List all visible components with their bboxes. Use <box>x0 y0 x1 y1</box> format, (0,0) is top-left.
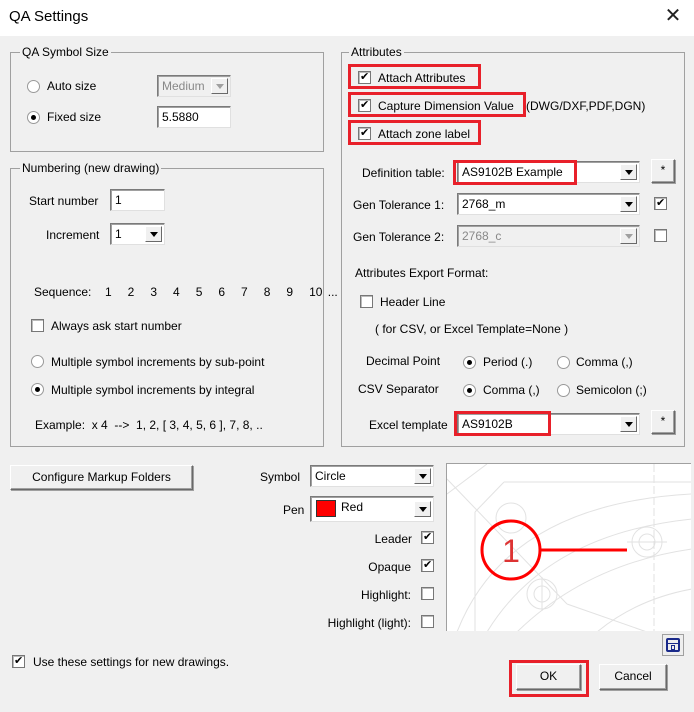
header-line-label: Header Line <box>380 295 446 309</box>
csv-comma-radio[interactable] <box>463 384 476 397</box>
gen-tolerance-1-value: 2768_m <box>462 197 506 211</box>
definition-table-label: Definition table: <box>362 166 445 180</box>
definition-table-edit-button[interactable]: * <box>651 159 675 183</box>
integral-radio[interactable] <box>31 383 44 396</box>
balloon-number: 1 <box>502 533 520 569</box>
highlight-label: Highlight: <box>360 588 411 602</box>
excel-template-dropdown[interactable]: AS9102B <box>457 413 640 435</box>
attach-attributes-label: Attach Attributes <box>378 71 466 85</box>
start-number-label: Start number <box>29 194 99 208</box>
highlight-checkbox[interactable] <box>421 587 434 600</box>
gen-tolerance-2-value: 2768_c <box>462 229 502 243</box>
decimal-point-label: Decimal Point <box>366 354 441 368</box>
symbol-label: Symbol <box>260 470 301 484</box>
chevron-down-icon[interactable] <box>620 164 637 180</box>
gen-tolerance-2-label: Gen Tolerance 2: <box>353 230 445 244</box>
fixed-size-input[interactable]: 5.5880 <box>157 106 231 128</box>
attach-zone-label: Attach zone label <box>378 127 471 141</box>
excel-template-value: AS9102B <box>462 417 513 431</box>
fixed-size-label: Fixed size <box>47 110 102 124</box>
definition-table-dropdown[interactable]: AS9102B Example <box>457 161 640 183</box>
configure-markup-folders-button[interactable]: Configure Markup Folders <box>10 465 193 490</box>
decimal-comma-label: Comma (,) <box>576 355 633 369</box>
auto-size-radio[interactable] <box>27 80 40 93</box>
capture-dimension-checkbox[interactable] <box>358 97 371 113</box>
leader-label: Leader <box>374 532 412 546</box>
excel-template-edit-button[interactable]: * <box>651 410 675 434</box>
qa-symbol-size-group: QA Symbol Size <box>10 45 324 152</box>
always-ask-checkbox[interactable] <box>31 319 44 332</box>
decimal-period-radio[interactable] <box>463 356 476 369</box>
gen-tolerance-2-checkbox[interactable] <box>654 229 667 242</box>
close-icon[interactable]: ✕ <box>660 5 686 29</box>
sub-point-radio[interactable] <box>31 355 44 368</box>
increment-value: 1 <box>115 227 122 241</box>
csv-separator-label: CSV Separator <box>358 382 439 396</box>
chevron-down-icon[interactable] <box>620 196 637 212</box>
gen-tolerance-1-checkbox[interactable] <box>654 195 667 211</box>
symbol-value: Circle <box>315 469 346 483</box>
export-format-label: Attributes Export Format: <box>355 266 489 280</box>
chevron-down-icon[interactable] <box>145 226 162 242</box>
preview-toggle-button[interactable] <box>662 634 684 656</box>
numbering-legend: Numbering (new drawing) <box>20 161 162 175</box>
pen-label: Pen <box>283 503 305 517</box>
capture-dimension-label: Capture Dimension Value <box>378 99 514 113</box>
chevron-down-icon <box>620 228 637 244</box>
opaque-label: Opaque <box>368 560 411 574</box>
always-ask-label: Always ask start number <box>51 319 182 333</box>
increment-label: Increment <box>46 228 100 242</box>
auto-size-label: Auto size <box>47 79 97 93</box>
symbol-preview: 1 <box>446 463 691 631</box>
window-title: QA Settings <box>9 8 89 25</box>
preview-drawing: 1 <box>447 464 691 631</box>
opaque-checkbox[interactable] <box>421 557 434 573</box>
cancel-button[interactable]: Cancel <box>599 664 667 690</box>
attributes-legend: Attributes <box>349 45 404 59</box>
pen-value: Red <box>341 500 364 514</box>
sequence-values: 1 2 3 4 5 6 7 8 9 10 ... <box>105 285 338 299</box>
example-text: Example: x 4 --> 1, 2, [ 3, 4, 5, 6 ], 7… <box>35 418 263 432</box>
numbering-group: Numbering (new drawing) <box>10 161 324 447</box>
leader-checkbox[interactable] <box>421 529 434 545</box>
attach-zone-checkbox[interactable] <box>358 125 371 141</box>
fixed-size-radio[interactable] <box>27 111 40 124</box>
title-bar: QA Settings ✕ <box>0 0 694 36</box>
header-line-checkbox[interactable] <box>360 295 373 308</box>
gen-tolerance-1-label: Gen Tolerance 1: <box>353 198 445 212</box>
preview-icon <box>666 638 680 652</box>
decimal-comma-radio[interactable] <box>557 356 570 369</box>
integral-label: Multiple symbol increments by integral <box>51 383 255 397</box>
highlight-light-checkbox[interactable] <box>421 615 434 628</box>
start-number-input[interactable]: 1 <box>110 189 165 211</box>
gen-tolerance-2-dropdown: 2768_c <box>457 225 640 247</box>
gen-tolerance-1-dropdown[interactable]: 2768_m <box>457 193 640 215</box>
sequence-label: Sequence: <box>34 285 92 299</box>
chevron-down-icon[interactable] <box>414 501 431 517</box>
highlight-light-label: Highlight (light): <box>327 616 411 630</box>
increment-dropdown[interactable]: 1 <box>110 223 165 245</box>
chevron-down-icon[interactable] <box>620 416 637 432</box>
capture-dimension-suffix: (DWG/DXF,PDF,DGN) <box>526 99 646 113</box>
auto-size-dropdown: Medium <box>157 75 231 97</box>
symbol-dropdown[interactable]: Circle <box>310 465 434 487</box>
excel-template-label: Excel template <box>369 418 448 432</box>
qa-symbol-size-legend: QA Symbol Size <box>20 45 111 59</box>
ok-button[interactable]: OK <box>516 664 581 690</box>
pen-color-swatch <box>316 500 336 517</box>
definition-table-value: AS9102B Example <box>462 165 563 179</box>
chevron-down-icon[interactable] <box>414 468 431 484</box>
pen-dropdown[interactable]: Red <box>310 496 434 522</box>
auto-size-value: Medium <box>162 79 205 93</box>
csv-semicolon-label: Semicolon (;) <box>576 383 647 397</box>
sub-point-label: Multiple symbol increments by sub-point <box>51 355 265 369</box>
chevron-down-icon <box>211 78 228 94</box>
csv-semicolon-radio[interactable] <box>557 384 570 397</box>
header-line-note: ( for CSV, or Excel Template=None ) <box>375 322 569 336</box>
use-settings-checkbox[interactable] <box>12 653 25 669</box>
decimal-period-label: Period (.) <box>483 355 533 369</box>
attach-attributes-checkbox[interactable] <box>358 69 371 85</box>
csv-comma-label: Comma (,) <box>483 383 540 397</box>
use-settings-label: Use these settings for new drawings. <box>33 655 230 669</box>
